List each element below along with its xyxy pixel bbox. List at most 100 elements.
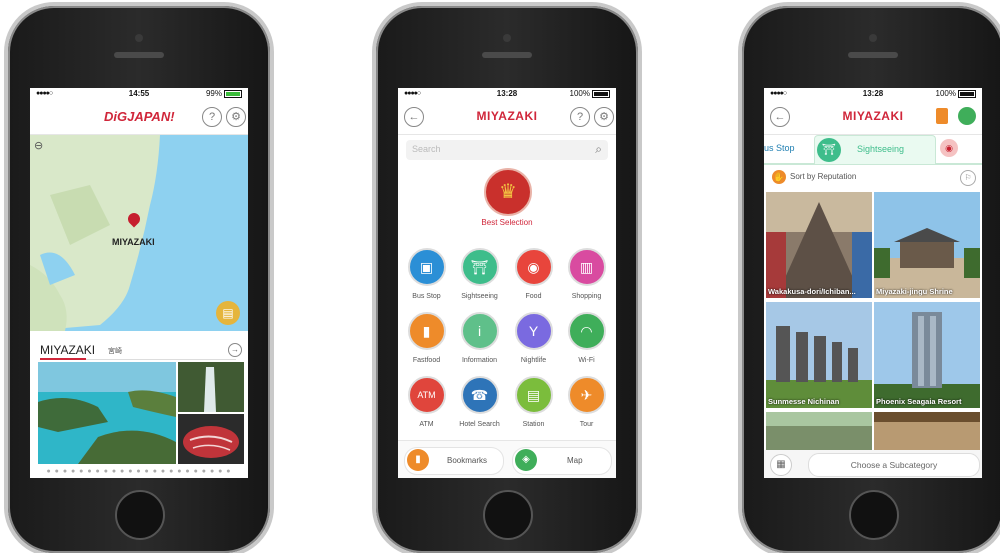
- sort-label[interactable]: Sort by Reputation: [790, 172, 856, 181]
- battery-indicator: 100%: [570, 89, 610, 98]
- phone-2-screen: ●●●●○ 13:28 100% ← MIYAZAKI ? ⚙ Search ⌕…: [398, 88, 616, 478]
- category-atm[interactable]: ATM ATM: [400, 376, 453, 434]
- grid-view-icon[interactable]: ▦: [770, 454, 792, 476]
- choose-subcategory-button[interactable]: Choose a Subcategory: [808, 453, 980, 477]
- spot-tile[interactable]: [766, 412, 872, 450]
- food-icon: ◉: [945, 143, 953, 153]
- home-button[interactable]: [483, 490, 533, 540]
- category-label: Bus Stop: [412, 293, 441, 300]
- arrow-right-icon: →: [231, 345, 239, 354]
- category-sightseeing[interactable]: ⛩ Sightseeing: [453, 248, 506, 306]
- city-header: MIYAZAKI 宮崎 →: [30, 339, 248, 361]
- category-label: Food: [525, 293, 542, 300]
- tab-sightseeing[interactable]: ⛩ Sightseeing: [814, 135, 936, 164]
- home-button[interactable]: [849, 490, 899, 540]
- tab-bus-stop[interactable]: us Stop: [764, 143, 795, 153]
- top-navbar: ← MIYAZAKI ? ⚙: [398, 100, 616, 135]
- category-bus-stop[interactable]: ▣ Bus Stop: [400, 248, 453, 306]
- subcategory-bar: ▦ Choose a Subcategory: [764, 450, 982, 478]
- category-fastfood[interactable]: ▮ Fastfood: [400, 312, 453, 370]
- tab-food[interactable]: ◉: [940, 139, 958, 157]
- shopping-bag-icon: ▥: [567, 248, 606, 286]
- phone-2: ●●●●○ 13:28 100% ← MIYAZAKI ? ⚙ Search ⌕…: [376, 6, 638, 553]
- filter-button[interactable]: ⚐: [960, 170, 976, 186]
- spot-tile[interactable]: [874, 412, 980, 450]
- city-name-japanese: 宮崎: [108, 348, 122, 355]
- bottom-bar: ▮ Bookmarks ◈ Map: [398, 440, 616, 478]
- bookmark-icon[interactable]: [936, 108, 948, 124]
- filter-icon: ⚐: [964, 173, 972, 182]
- front-camera: [135, 34, 143, 42]
- bookmarks-label: Bookmarks: [447, 456, 488, 465]
- phone-3-screen: ●●●●○ 13:28 100% ← MIYAZAKI us Stop ⛩ Si…: [764, 88, 982, 478]
- spot-photo: [874, 192, 980, 298]
- drink-cup-icon: ▮: [407, 312, 446, 350]
- city-detail-button[interactable]: →: [228, 343, 242, 357]
- category-tour[interactable]: ✈ Tour: [560, 376, 613, 434]
- castle-icon: ⛩: [817, 138, 841, 162]
- spot-photo: [766, 302, 872, 408]
- spot-photo: [766, 412, 872, 450]
- battery-indicator: 99%: [206, 89, 242, 98]
- help-button[interactable]: ?: [570, 107, 590, 127]
- telephone-icon: ☎: [460, 376, 499, 414]
- list-view-button[interactable]: ▤: [216, 301, 240, 325]
- settings-button[interactable]: ⚙: [594, 107, 614, 127]
- search-icon[interactable]: ⌕: [595, 142, 602, 157]
- best-selection-button[interactable]: ♛: [484, 168, 532, 216]
- home-button[interactable]: [115, 490, 165, 540]
- category-information[interactable]: i Information: [453, 312, 506, 370]
- spot-name: Phoenix Seagaia Resort: [876, 397, 962, 406]
- category-nightlife[interactable]: Y Nightlife: [507, 312, 560, 370]
- food-icon: ◉: [514, 248, 553, 286]
- category-shopping[interactable]: ▥ Shopping: [560, 248, 613, 306]
- bookmarks-button[interactable]: ▮ Bookmarks: [404, 447, 504, 475]
- category-label: Hotel Search: [459, 421, 500, 428]
- map-view[interactable]: ⊖ MIYAZAKI ▤: [30, 135, 248, 331]
- castle-icon: ⛩: [460, 248, 499, 286]
- divider: [86, 359, 236, 360]
- page-title: MIYAZAKI: [842, 109, 904, 123]
- earpiece-speaker: [482, 52, 532, 58]
- category-label: Shopping: [571, 293, 602, 300]
- spot-tile[interactable]: Sunmesse Nichinan: [766, 302, 872, 408]
- search-input[interactable]: Search ⌕: [406, 140, 608, 160]
- category-label: Fastfood: [412, 357, 441, 364]
- settings-button[interactable]: ⚙: [226, 107, 246, 127]
- map-icon: ◈: [515, 449, 537, 471]
- spot-photo: [766, 192, 872, 298]
- document-icon: ▤: [222, 306, 234, 320]
- spot-tile[interactable]: Wakakusa-dori/Ichiban...: [766, 192, 872, 298]
- category-label: Wi-Fi: [578, 357, 595, 364]
- category-hotel-search[interactable]: ☎ Hotel Search: [453, 376, 506, 434]
- category-station[interactable]: ▤ Station: [507, 376, 560, 434]
- category-label: Station: [522, 421, 545, 428]
- map-land: [30, 135, 160, 331]
- best-selection-label: Best Selection: [481, 218, 533, 227]
- spot-tile[interactable]: Phoenix Seagaia Resort: [874, 302, 980, 408]
- map-button[interactable]: ◈ Map: [512, 447, 612, 475]
- spot-photo: [874, 412, 980, 450]
- top-navbar: DiGJAPAN! ? ⚙: [30, 100, 248, 135]
- earpiece-speaker: [114, 52, 164, 58]
- status-bar: ●●●●○ 13:28 100%: [764, 88, 982, 100]
- gear-icon: ⚙: [599, 111, 609, 123]
- battery-icon: [592, 89, 610, 98]
- city-name: MIYAZAKI: [40, 343, 96, 357]
- category-food[interactable]: ◉ Food: [507, 248, 560, 306]
- map-icon[interactable]: [958, 107, 976, 125]
- bookmark-icon: ▮: [407, 449, 429, 471]
- top-navbar: ← MIYAZAKI: [764, 100, 982, 135]
- category-wifi[interactable]: ◠ Wi-Fi: [560, 312, 613, 370]
- spot-name: Miyazaki-jingu Shrine: [876, 287, 953, 296]
- info-icon: i: [460, 312, 499, 350]
- front-camera: [869, 34, 877, 42]
- phone-1-screen: ●●●●○ 14:55 99% DiGJAPAN! ? ⚙ ⊖ MIYAZAKI…: [30, 88, 248, 478]
- spot-tile[interactable]: Miyazaki-jingu Shrine: [874, 192, 980, 298]
- help-button[interactable]: ?: [202, 107, 222, 127]
- search-placeholder: Search: [412, 144, 441, 154]
- city-photo-gallery[interactable]: [38, 362, 244, 464]
- spot-photo: [874, 302, 980, 408]
- cocktail-icon: Y: [514, 312, 553, 350]
- zoom-icon[interactable]: ⊖: [34, 139, 43, 152]
